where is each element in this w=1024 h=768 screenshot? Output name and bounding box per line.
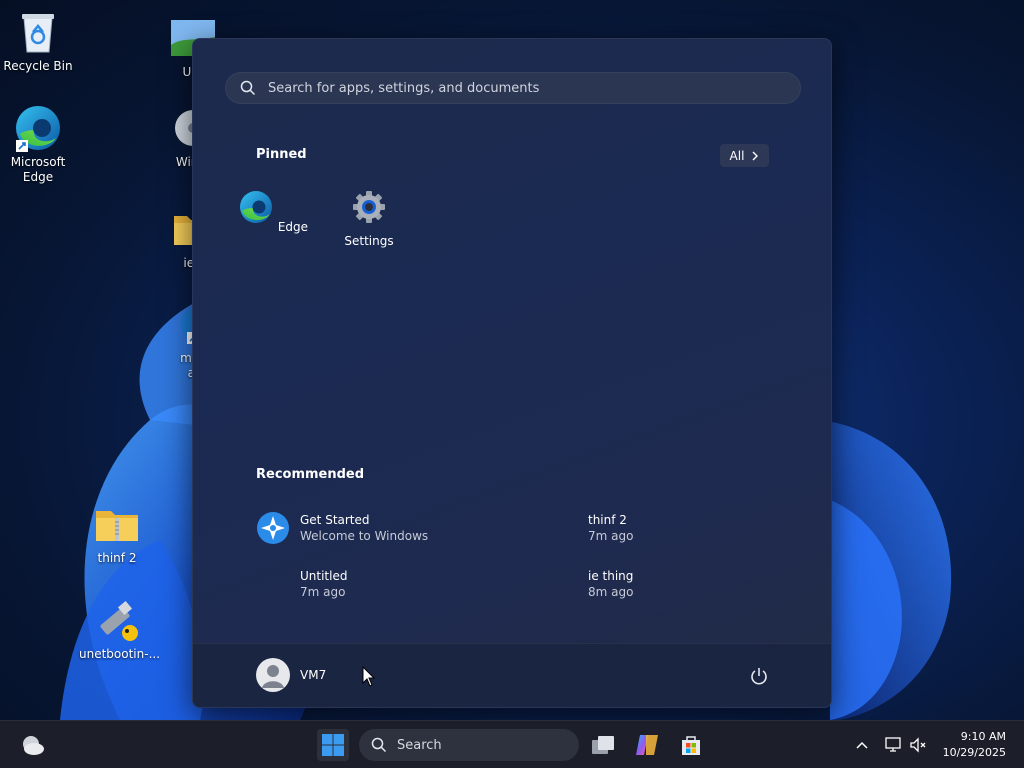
desktop-icon-label: thinf 2	[97, 551, 137, 565]
network-icon	[885, 737, 901, 752]
store-icon	[682, 736, 700, 755]
search-icon	[240, 80, 256, 96]
recommended-item-title: Get Started	[300, 513, 370, 527]
recommended-item-subtitle: Welcome to Windows	[300, 529, 429, 543]
windows-logo-icon	[322, 734, 344, 756]
pinned-app-settings[interactable]: Settings	[331, 189, 407, 248]
copilot-icon	[636, 735, 658, 755]
start-menu: Search for apps, settings, and documents…	[192, 38, 832, 708]
recommended-item-subtitle: 8m ago	[588, 585, 634, 599]
taskbar: Search 9:10 AM 10/29/2025	[0, 720, 1024, 768]
start-search-input[interactable]: Search for apps, settings, and documents	[225, 72, 801, 104]
recommended-item-title: ie thing	[588, 569, 634, 583]
pinned-title: Pinned	[256, 147, 307, 162]
edge-icon	[14, 104, 62, 152]
microsoft-store-button[interactable]	[675, 729, 707, 761]
clock-date: 10/29/2025	[942, 746, 1006, 759]
pinned-app-label: Edge	[277, 220, 309, 234]
start-search-placeholder: Search for apps, settings, and documents	[268, 80, 540, 96]
all-apps-label: All	[729, 148, 745, 163]
recycle-bin-icon	[14, 8, 62, 56]
user-icon	[262, 665, 284, 688]
widgets-button[interactable]	[16, 729, 48, 761]
start-button[interactable]	[317, 729, 349, 761]
pinned-app-label: Settings	[344, 234, 394, 248]
taskbar-search-label: Search	[397, 737, 442, 753]
power-icon[interactable]	[749, 666, 769, 686]
chevron-up-icon	[856, 741, 868, 749]
edge-icon	[239, 191, 272, 223]
taskbar-search-box[interactable]: Search	[359, 729, 579, 761]
volume-muted-icon	[910, 737, 926, 753]
unetbootin-icon	[93, 596, 141, 644]
taskbar-clock[interactable]: 9:10 AM 10/29/2025	[943, 729, 1006, 761]
desktop-icon-label: Recycle Bin	[3, 59, 73, 73]
recommended-item-title: Untitled	[300, 569, 348, 583]
desktop-icon-thinf-2[interactable]: thinf 2	[79, 500, 155, 566]
desktop-icon-label: Microsoft Edge	[10, 155, 66, 184]
desktop-icon-recycle-bin[interactable]: Recycle Bin	[0, 8, 76, 74]
zip-folder-icon	[93, 500, 141, 548]
pinned-app-edge[interactable]: Edge	[235, 189, 311, 234]
chevron-right-icon	[752, 151, 759, 160]
task-view-button[interactable]	[587, 729, 619, 761]
recommended-item-subtitle: 7m ago	[300, 585, 346, 599]
task-view-icon	[592, 736, 614, 754]
user-name: VM7	[300, 668, 327, 682]
recommended-item-thinf-2[interactable]: thinf 2 7m ago	[588, 512, 633, 544]
recommended-item-subtitle: 7m ago	[588, 529, 634, 543]
all-apps-button[interactable]: All	[720, 144, 769, 167]
gear-icon	[353, 191, 385, 223]
volume-button[interactable]	[903, 729, 935, 761]
desktop-icon-unetbootin[interactable]: unetbootin-...	[79, 596, 161, 662]
show-hidden-icons-button[interactable]	[846, 729, 878, 761]
copilot-button[interactable]	[631, 729, 663, 761]
user-bar: VM7	[193, 643, 831, 707]
get-started-icon	[257, 512, 289, 544]
search-icon	[371, 737, 387, 753]
recommended-item-title: thinf 2	[588, 513, 627, 527]
user-avatar-button[interactable]	[256, 658, 290, 692]
clock-time: 9:10 AM	[960, 730, 1006, 743]
desktop-icon-microsoft-edge[interactable]: Microsoft Edge	[0, 104, 76, 185]
mouse-cursor-icon	[362, 666, 376, 687]
recommended-item-get-started[interactable]: Get Started Welcome to Windows	[300, 512, 428, 544]
recommended-item-untitled[interactable]: Untitled 7m ago	[300, 568, 347, 600]
recommended-title: Recommended	[256, 467, 365, 482]
weather-icon	[23, 736, 44, 755]
recommended-item-ie-thing[interactable]: ie thing 8m ago	[588, 568, 633, 600]
desktop-icon-label: unetbootin-...	[79, 647, 161, 661]
